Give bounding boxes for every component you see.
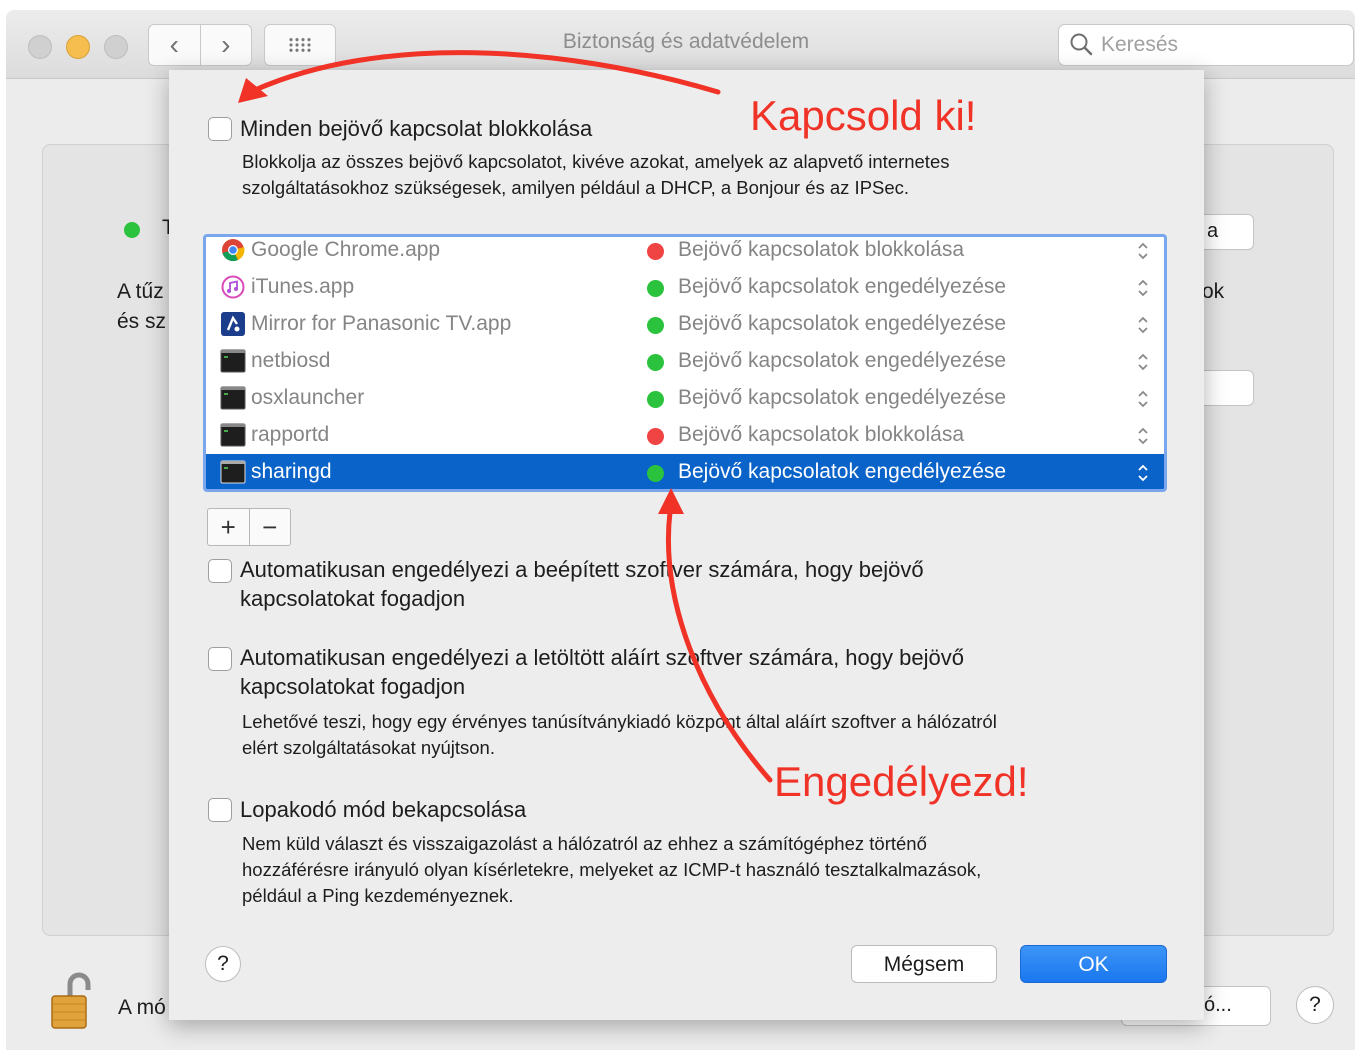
arrow-head-bottom	[658, 488, 684, 514]
arrow-to-block-all	[252, 50, 721, 95]
annotation-turn-off: Kapcsold ki!	[750, 92, 977, 139]
arrow-to-sharingd	[665, 509, 773, 783]
annotation-enable: Engedélyezd!	[774, 758, 1029, 805]
annotation-arrows	[238, 50, 773, 783]
arrow-head-top	[238, 78, 268, 103]
